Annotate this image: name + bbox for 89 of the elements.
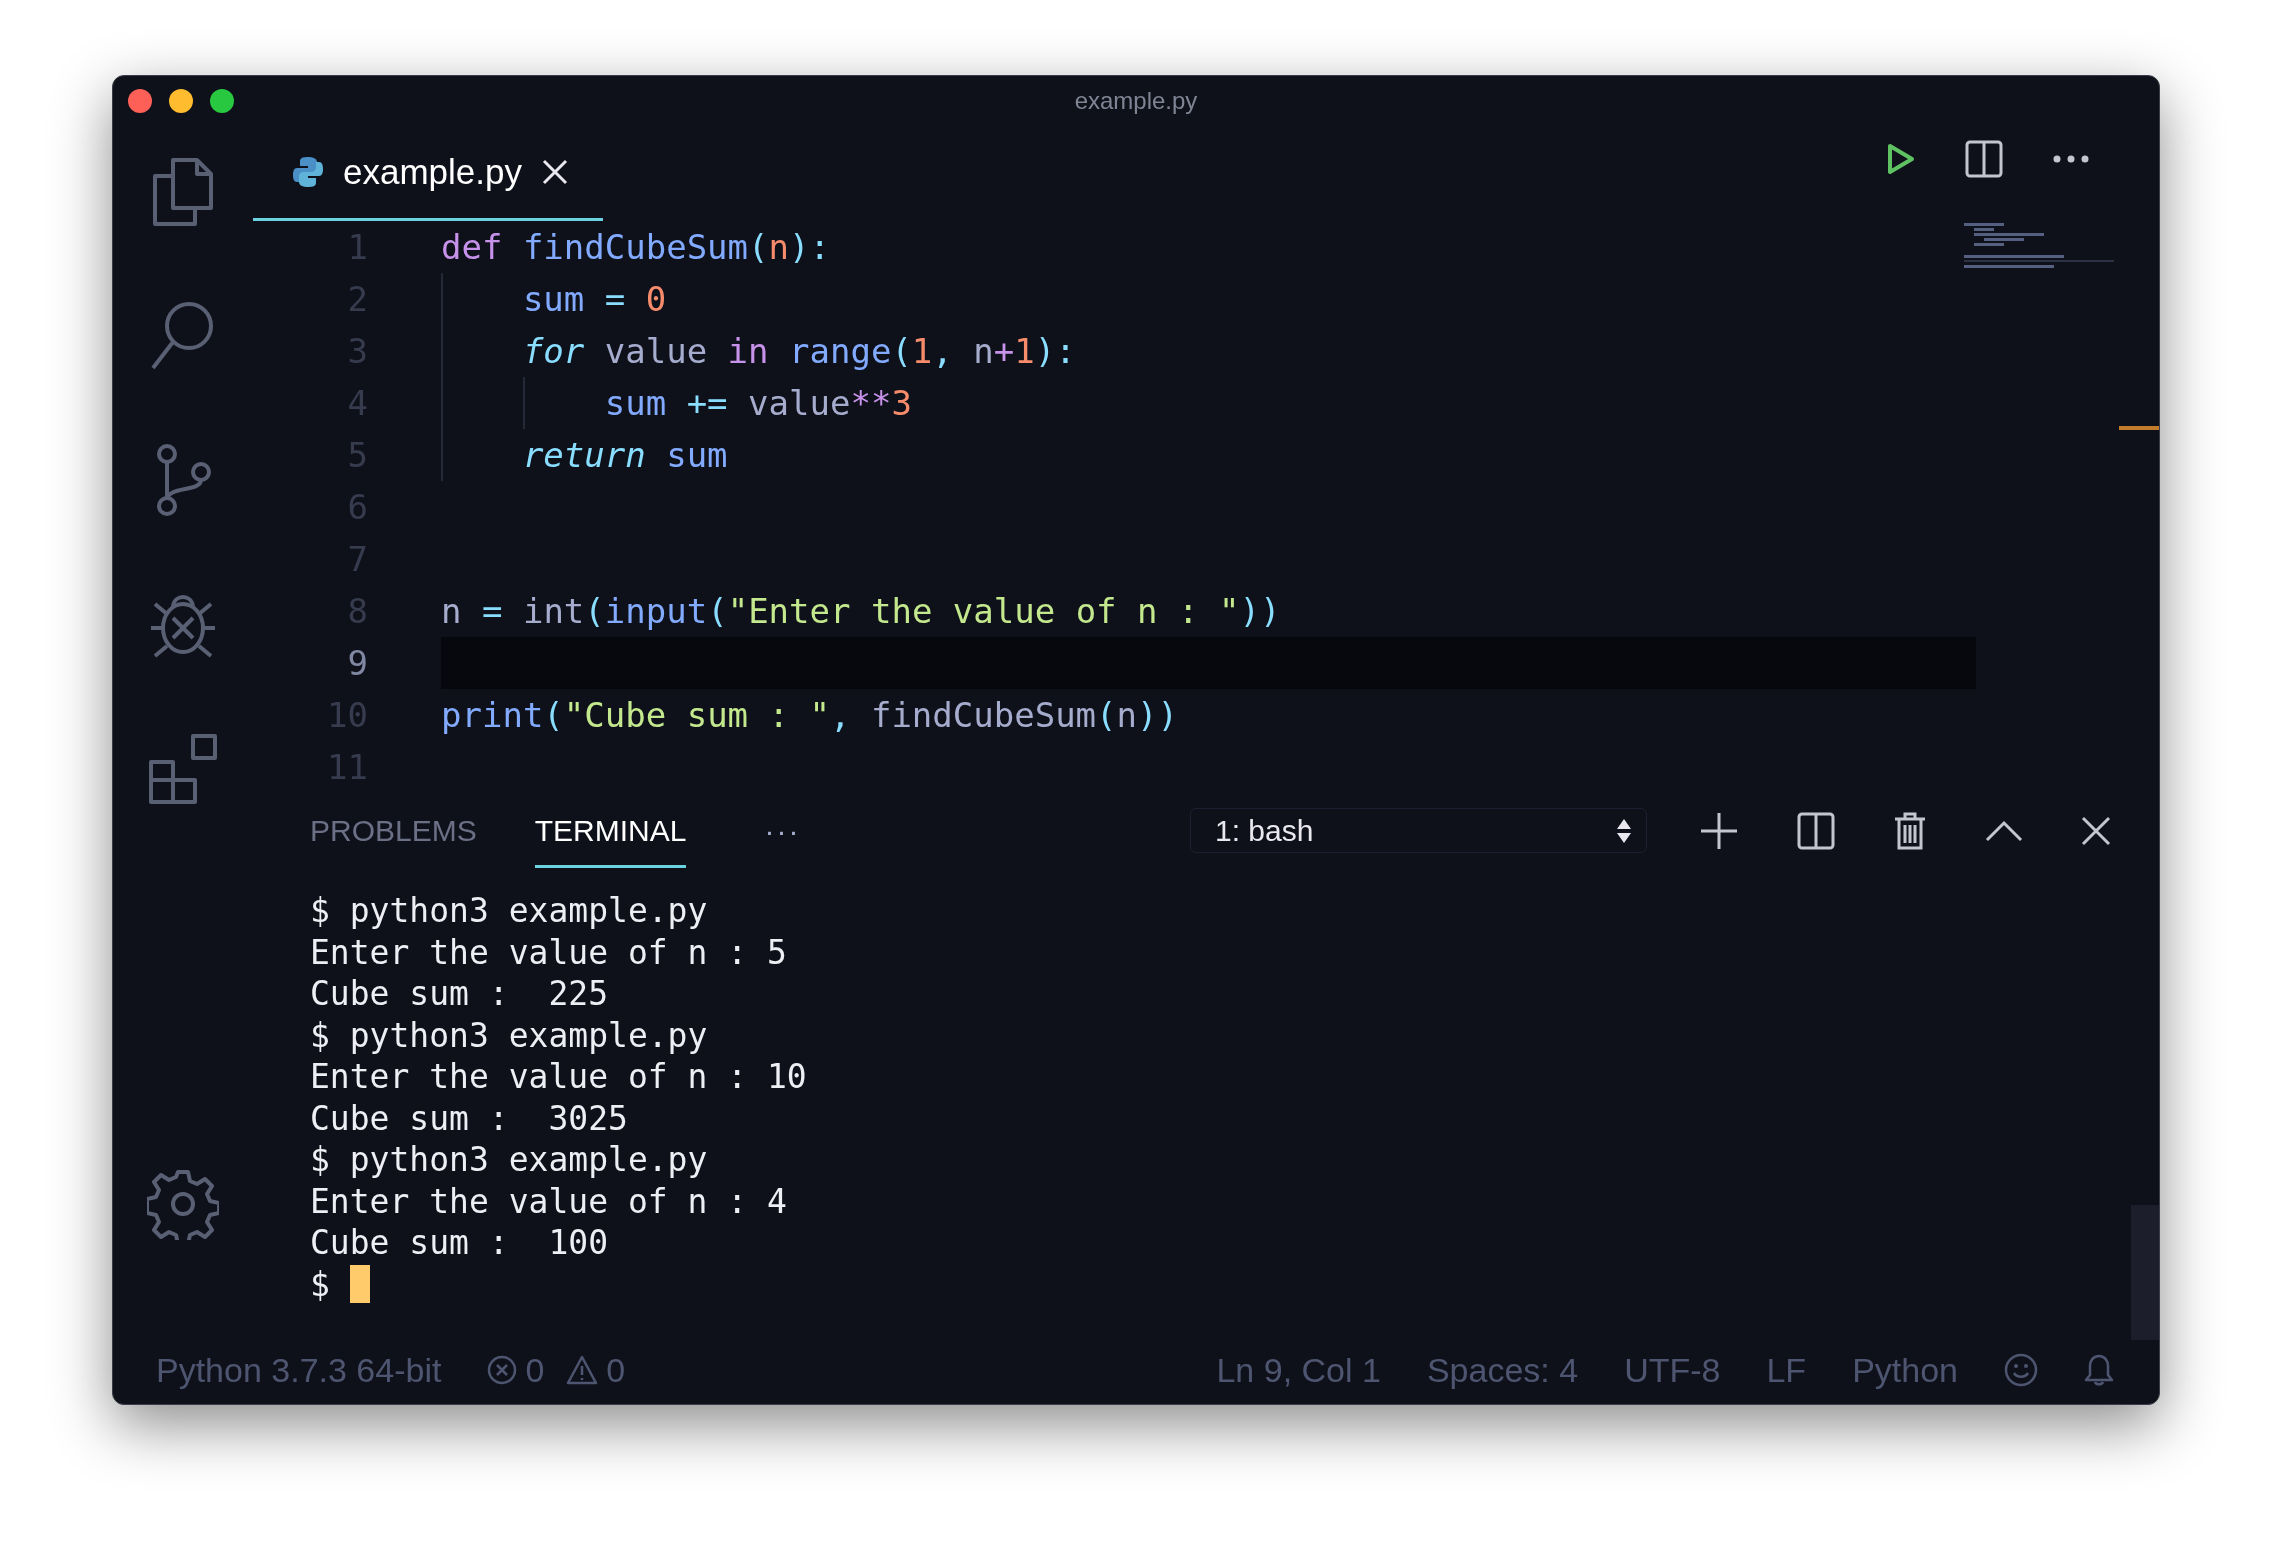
updown-icon [1616, 817, 1632, 844]
terminal-line: Enter the value of n : 5 [310, 932, 787, 972]
code-token: sum [666, 435, 728, 475]
python-icon [293, 156, 323, 188]
code-token: "Cube sum : " [563, 695, 830, 735]
minimize-window-button[interactable] [169, 89, 193, 113]
code-token: , [829, 695, 852, 735]
status-item[interactable]: Spaces: 4 [1426, 1350, 1579, 1390]
extensions-icon[interactable] [147, 732, 219, 804]
split-editor-icon[interactable] [1965, 139, 2003, 178]
run-icon[interactable] [1887, 142, 1915, 175]
code-token: 1 [1014, 331, 1035, 371]
code-token: "Enter the value of n : " [727, 591, 1240, 631]
code-token: findCubeSum [522, 227, 749, 267]
code-token: n [973, 331, 994, 371]
code-token: for [521, 331, 586, 371]
code-token: 1 [911, 331, 933, 371]
line-number: 9 [346, 643, 368, 683]
scrollbar-thumb[interactable] [2131, 1205, 2159, 1340]
code-token: ): [789, 227, 830, 267]
interpreter-status[interactable]: Python 3.7.3 64-bit [156, 1350, 442, 1390]
more-icon[interactable] [2053, 154, 2089, 163]
code-token: print [441, 695, 544, 735]
status-item[interactable]: LF [1766, 1350, 1807, 1390]
close-icon[interactable] [2081, 815, 2111, 846]
code-token: sum [603, 383, 668, 423]
code-token: ( [891, 331, 912, 371]
error-count[interactable]: 0 [525, 1350, 545, 1390]
code-token: ** [850, 383, 892, 423]
terminal-line: $ python3 example.py [310, 1140, 708, 1180]
code-token: int [522, 591, 585, 631]
terminal-line: Enter the value of n : 4 [310, 1181, 787, 1221]
terminal-select[interactable]: 1: bash [1190, 808, 1647, 853]
code-token: ( [707, 591, 728, 631]
warning-count[interactable]: 0 [606, 1350, 626, 1390]
bell-icon[interactable] [2084, 1353, 2114, 1387]
panel-tab[interactable]: TERMINAL [534, 793, 687, 868]
code-token: )) [1137, 695, 1178, 735]
code-token: ): [1034, 331, 1076, 371]
scroll-marker [2119, 426, 2159, 430]
code-token: n [441, 591, 463, 631]
panel-tab[interactable]: PROBLEMS [310, 793, 477, 868]
code-token: = [604, 279, 627, 319]
code-token: ( [748, 227, 769, 267]
code-token: 3 [891, 383, 912, 423]
code-token: 0 [645, 279, 667, 319]
code-token: return [521, 435, 647, 475]
code-token: + [993, 331, 1015, 371]
code-token: value [604, 331, 709, 371]
smiley-icon[interactable] [2004, 1353, 2038, 1387]
editor-tab[interactable]: example.py [253, 126, 603, 221]
terminal-line: Cube sum : 225 [310, 974, 608, 1014]
code-token: )) [1239, 591, 1281, 631]
code-token: value [748, 383, 851, 423]
code-token: input [604, 591, 708, 631]
error-icon [487, 1355, 518, 1385]
chevron-up-icon[interactable] [1985, 819, 2023, 842]
terminal-line: $ python3 example.py [310, 891, 708, 931]
terminal-line: Cube sum : 100 [310, 1223, 608, 1263]
warning-icon [566, 1355, 599, 1385]
status-item[interactable]: Ln 9, Col 1 [1216, 1350, 1381, 1390]
split-terminal-icon[interactable] [1797, 811, 1835, 850]
code-token: range [789, 331, 892, 371]
plus-icon[interactable] [1699, 810, 1739, 851]
terminal-line: $ [310, 1264, 331, 1304]
code-token: def [441, 227, 504, 267]
code-token: ( [543, 695, 564, 735]
terminal-line: $ python3 example.py [310, 1015, 708, 1055]
window-title: example.py [1074, 87, 1198, 115]
more-button[interactable]: ··· [764, 813, 801, 848]
files-icon[interactable] [151, 156, 215, 228]
code-token: in [727, 331, 770, 371]
status-item[interactable]: UTF-8 [1624, 1350, 1721, 1390]
code-token: ( [584, 591, 605, 631]
terminal-line: Enter the value of n : 10 [310, 1057, 807, 1097]
code-token: ( [1096, 695, 1117, 735]
code-token: , [932, 331, 954, 371]
code-token: n [1116, 695, 1138, 735]
status-item[interactable]: Python [1852, 1350, 1958, 1390]
code-token: += [686, 383, 729, 423]
code-token: = [481, 591, 504, 631]
trash-icon[interactable] [1893, 810, 1927, 851]
settings-icon[interactable] [147, 1168, 219, 1240]
code-token: findCubeSum [870, 695, 1097, 735]
close-window-button[interactable] [128, 89, 152, 113]
code-token: n [768, 227, 790, 267]
code-token: sum [521, 279, 586, 319]
terminal-line: Cube sum : 3025 [310, 1098, 628, 1138]
zoom-window-button[interactable] [210, 89, 234, 113]
